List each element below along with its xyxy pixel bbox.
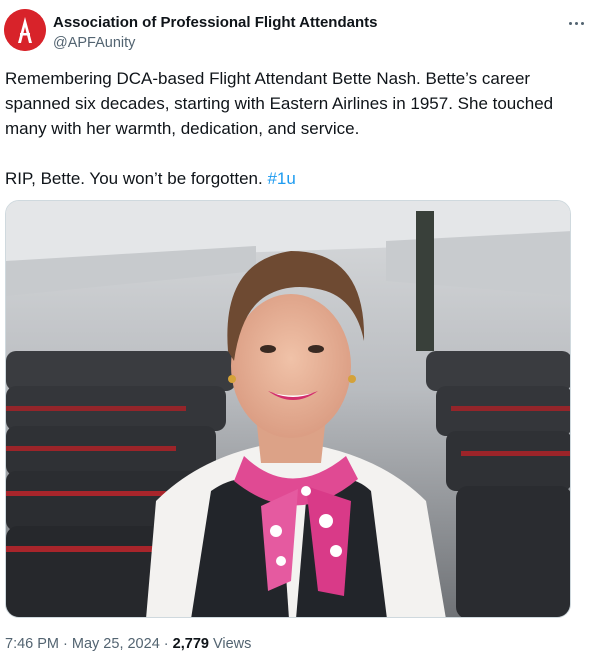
hashtag-link[interactable]: #1u xyxy=(267,169,295,188)
tweet-text: Remembering DCA-based Flight Attendant B… xyxy=(5,66,595,191)
tweet-time[interactable]: 7:46 PM xyxy=(5,636,59,652)
tweet-paragraph-1: Remembering DCA-based Flight Attendant B… xyxy=(5,69,554,138)
more-dot xyxy=(568,21,572,25)
views-count: 2,779 xyxy=(172,636,209,652)
views-label: Views xyxy=(208,636,252,652)
more-dot xyxy=(574,21,578,25)
more-options-icon[interactable] xyxy=(564,13,588,33)
tweet-paragraph-2: RIP, Bette. You won’t be forgotten. #1u xyxy=(5,166,595,191)
tweet-photo[interactable] xyxy=(5,200,571,618)
meta-separator: · xyxy=(159,636,173,652)
tweet-header: Association of Professional Flight Atten… xyxy=(4,9,604,55)
tweet-card: Association of Professional Flight Atten… xyxy=(0,0,613,671)
tweet-meta: 7:46 PM · May 25, 2024 · 2,779 Views xyxy=(5,636,251,652)
avatar[interactable] xyxy=(4,9,46,51)
tweet-paragraph-2-text: RIP, Bette. You won’t be forgotten. xyxy=(5,169,268,188)
apfa-logo-icon xyxy=(4,9,46,51)
meta-separator: · xyxy=(59,636,72,652)
author-name[interactable]: Association of Professional Flight Atten… xyxy=(53,14,377,31)
more-dot xyxy=(580,21,584,25)
photo-flight-attendant-in-cabin xyxy=(6,201,570,617)
tweet-date[interactable]: May 25, 2024 xyxy=(72,636,160,652)
author-handle[interactable]: @APFAunity xyxy=(53,35,135,51)
